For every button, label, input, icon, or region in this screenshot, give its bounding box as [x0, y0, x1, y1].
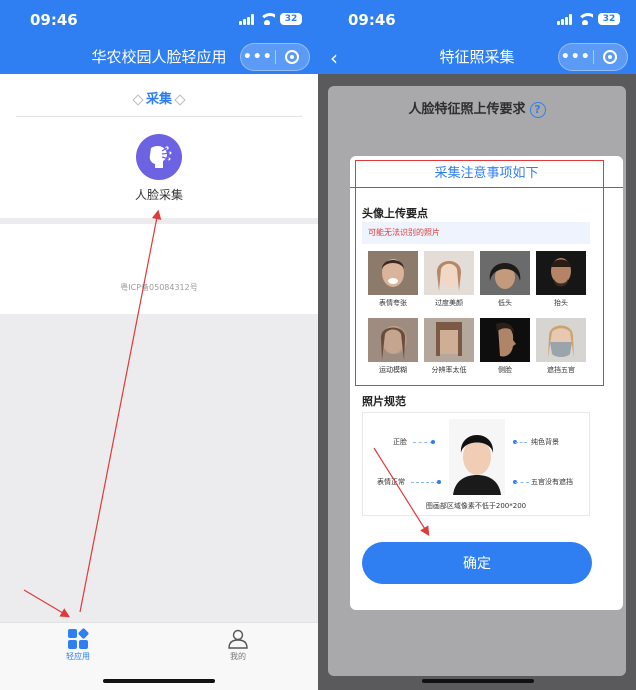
modal-title: 采集注意事项如下: [434, 166, 539, 181]
no-occlusion-label: 五官没有遮挡: [531, 478, 573, 486]
face-photo-icon: [480, 318, 530, 362]
resolution-note: 图画部区域像素不低于200*200: [425, 502, 527, 510]
face-photo-icon: [424, 251, 474, 295]
face-collect-icon[interactable]: [136, 134, 182, 180]
signal-icon: [557, 13, 572, 25]
notice-modal: 采集注意事项如下 头像上传要点 可能无法识别的照片 表情夸张 过度美颜 低头 抬…: [350, 156, 623, 610]
right-phone-screen: 09:46 32 ‹ 特征照采集 ••• 人脸特征照上传要求? 采集注意事项如下: [318, 0, 636, 690]
face-photo-icon: [368, 318, 418, 362]
close-mini-program-button[interactable]: [276, 50, 310, 64]
photo-spec-diagram: 正脸 表情正常 纯色背景 五官没有遮挡 图画部区域像素不低于200*200: [362, 412, 590, 516]
battery-icon: 32: [280, 13, 302, 25]
annotation-dot: [431, 440, 435, 444]
diamond-icon: [132, 93, 144, 106]
more-button[interactable]: •••: [559, 49, 593, 65]
mini-program-capsule: •••: [240, 43, 310, 71]
plain-background-label: 纯色背景: [531, 438, 559, 446]
divider: [16, 116, 302, 117]
tab-light-apps[interactable]: 轻应用: [38, 627, 118, 662]
warning-banner: 可能无法识别的照片: [362, 222, 590, 244]
example-photo-occluded: 遮挡五官: [536, 318, 586, 375]
tab-mine[interactable]: 我的: [198, 629, 278, 662]
background-page-title: 人脸特征照上传要求?: [318, 98, 636, 118]
user-icon: [228, 629, 248, 649]
battery-icon: 32: [598, 13, 620, 25]
home-indicator: [103, 679, 215, 683]
nav-bar: ‹ 特征照采集 •••: [318, 40, 636, 74]
face-photo-icon: [536, 318, 586, 362]
example-photo-head-down: 低头: [480, 251, 530, 308]
more-button[interactable]: •••: [241, 49, 275, 65]
tab-bar: 轻应用 我的: [0, 622, 318, 690]
home-indicator: [422, 679, 534, 683]
wifi-icon: [577, 13, 593, 25]
divider: [350, 187, 623, 188]
status-time: 09:46: [348, 11, 396, 29]
collect-card: 采集 人脸采集: [0, 74, 318, 218]
nav-bar: 华农校园人脸轻应用 •••: [0, 40, 318, 74]
target-icon: [603, 50, 618, 64]
face-photo-icon: [536, 251, 586, 295]
status-bar: 09:46 32: [318, 0, 636, 40]
example-photo-over-beautified: 过度美颜: [424, 251, 474, 308]
wifi-icon: [259, 13, 275, 25]
example-photo-low-resolution: 分辨率太低: [424, 318, 474, 375]
annotation-dot: [437, 480, 441, 484]
face-photo-icon: [424, 318, 474, 362]
photo-spec-title: 照片规范: [362, 395, 406, 408]
status-time: 09:46: [30, 11, 78, 29]
section-title: 采集: [0, 88, 318, 107]
left-phone-screen: 09:46 32 华农校园人脸轻应用 ••• 采集 人脸采集 粤ICP备0508…: [0, 0, 318, 690]
front-face-label: 正脸: [393, 438, 407, 446]
icp-record: 粤ICP备05084312号: [120, 283, 198, 292]
example-photo-head-up: 抬头: [536, 251, 586, 308]
status-bar: 09:46 32: [0, 0, 318, 40]
grid-icon: [68, 627, 90, 649]
close-mini-program-button[interactable]: [594, 50, 628, 64]
neutral-expression-label: 表情正常: [377, 478, 405, 486]
diamond-icon: [174, 93, 186, 106]
confirm-button[interactable]: 确定: [362, 542, 592, 584]
face-collect-label[interactable]: 人脸采集: [0, 186, 318, 203]
example-photo-side-face: 侧脸: [480, 318, 530, 375]
target-icon: [285, 50, 300, 64]
example-photo-exaggerated: 表情夸张: [368, 251, 418, 308]
face-photo-icon: [480, 251, 530, 295]
mini-program-capsule: •••: [558, 43, 628, 71]
footer-card: 粤ICP备05084312号: [0, 224, 318, 314]
upload-tips-title: 头像上传要点: [362, 207, 428, 220]
example-photo-motion-blur: 运动模糊: [368, 318, 418, 375]
screenshot: 09:46 32 华农校园人脸轻应用 ••• 采集 人脸采集 粤ICP备0508…: [0, 0, 636, 690]
face-photo-icon: [368, 251, 418, 295]
help-icon[interactable]: ?: [529, 101, 546, 118]
sample-portrait-icon: [449, 419, 505, 495]
signal-icon: [239, 13, 254, 25]
